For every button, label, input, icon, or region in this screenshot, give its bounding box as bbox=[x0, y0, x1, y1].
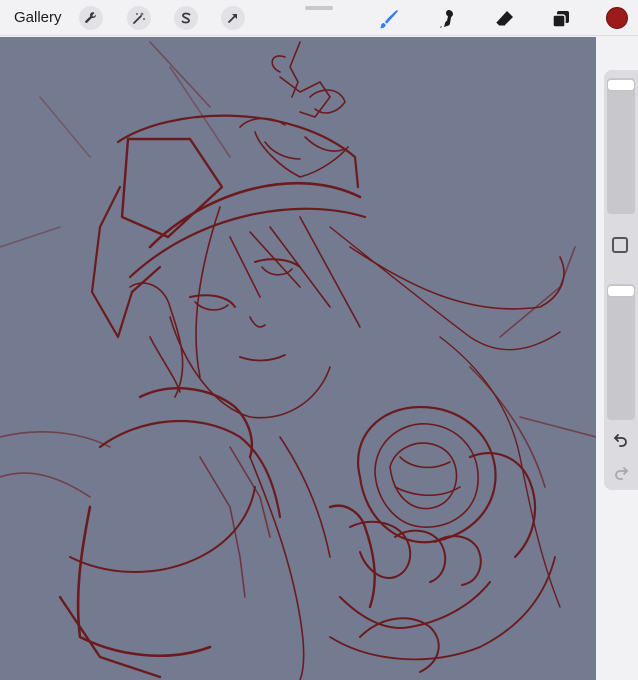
selection-icon[interactable] bbox=[174, 6, 198, 30]
brush-size-slider[interactable] bbox=[607, 78, 635, 214]
eraser-icon[interactable] bbox=[491, 6, 517, 32]
brush-opacity-slider-thumb[interactable] bbox=[607, 285, 635, 297]
modify-square-icon[interactable] bbox=[612, 237, 628, 253]
magic-wand-icon[interactable] bbox=[127, 6, 151, 30]
color-picker-button[interactable] bbox=[606, 7, 628, 29]
sketch-artwork bbox=[0, 37, 596, 680]
top-toolbar: Gallery bbox=[0, 0, 638, 36]
layers-icon[interactable] bbox=[548, 6, 574, 32]
redo-icon[interactable] bbox=[611, 463, 631, 483]
wrench-icon[interactable] bbox=[79, 6, 103, 30]
undo-icon[interactable] bbox=[611, 430, 631, 450]
gallery-button[interactable]: Gallery bbox=[14, 9, 62, 26]
brush-size-slider-thumb[interactable] bbox=[607, 79, 635, 91]
toolbar-grabber[interactable] bbox=[305, 6, 333, 10]
transform-arrow-icon[interactable] bbox=[221, 6, 245, 30]
smudge-icon[interactable] bbox=[434, 6, 460, 32]
brush-opacity-slider[interactable] bbox=[607, 284, 635, 420]
brush-icon[interactable] bbox=[376, 6, 402, 32]
drawing-canvas[interactable] bbox=[0, 37, 596, 680]
